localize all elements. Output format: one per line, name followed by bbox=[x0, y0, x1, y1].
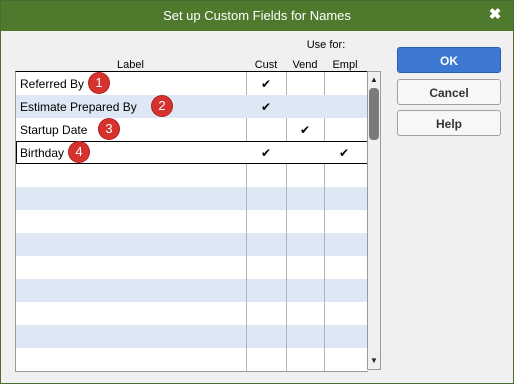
column-header-empl: Empl bbox=[332, 59, 358, 71]
column-header-cust: Cust bbox=[254, 59, 278, 71]
vend-checkbox[interactable]: ✔ bbox=[296, 123, 314, 137]
dialog-title: Set up Custom Fields for Names bbox=[163, 8, 351, 23]
scroll-down-icon[interactable]: ▼ bbox=[369, 355, 379, 367]
vertical-scrollbar[interactable]: ▲ ▼ bbox=[367, 71, 381, 370]
field-label-cell[interactable]: Referred By bbox=[20, 77, 84, 91]
custom-fields-dialog: Set up Custom Fields for Names ✖ Use for… bbox=[0, 0, 514, 384]
callout-badge: 1 bbox=[89, 73, 109, 93]
field-label-cell[interactable]: Estimate Prepared By bbox=[20, 100, 137, 114]
table-row-stripe bbox=[16, 233, 368, 256]
cust-checkbox[interactable]: ✔ bbox=[257, 146, 275, 160]
table-row-stripe bbox=[16, 187, 368, 210]
table-row-selected[interactable]: Birthday 4 ✔ ✔ bbox=[16, 141, 368, 164]
scroll-up-icon[interactable]: ▲ bbox=[369, 74, 379, 86]
scroll-thumb[interactable] bbox=[369, 88, 379, 140]
table-row-stripe bbox=[16, 279, 368, 302]
table-row[interactable]: Estimate Prepared By 2 ✔ bbox=[16, 95, 368, 118]
callout-badge: 3 bbox=[99, 119, 119, 139]
help-button[interactable]: Help bbox=[397, 110, 501, 136]
ok-button[interactable]: OK bbox=[397, 47, 501, 73]
field-label-cell[interactable]: Startup Date bbox=[20, 123, 87, 137]
close-icon[interactable]: ✖ bbox=[486, 6, 504, 24]
column-header-label: Label bbox=[117, 59, 144, 71]
callout-badge: 4 bbox=[69, 142, 89, 162]
column-header-vend: Vend bbox=[292, 59, 318, 71]
table-row-stripe bbox=[16, 325, 368, 348]
title-bar: Set up Custom Fields for Names ✖ bbox=[1, 1, 513, 31]
use-for-header: Use for: bbox=[306, 39, 346, 51]
cust-checkbox[interactable]: ✔ bbox=[257, 100, 275, 114]
cust-checkbox[interactable]: ✔ bbox=[257, 77, 275, 91]
table-row[interactable]: Referred By 1 ✔ bbox=[16, 72, 368, 95]
custom-fields-table: Referred By 1 ✔ Estimate Prepared By 2 ✔… bbox=[15, 71, 368, 372]
field-label-cell[interactable]: Birthday bbox=[20, 146, 64, 160]
table-row[interactable]: Startup Date 3 ✔ bbox=[16, 118, 368, 141]
empl-checkbox[interactable]: ✔ bbox=[335, 146, 353, 160]
cancel-button[interactable]: Cancel bbox=[397, 79, 501, 105]
callout-badge: 2 bbox=[152, 96, 172, 116]
